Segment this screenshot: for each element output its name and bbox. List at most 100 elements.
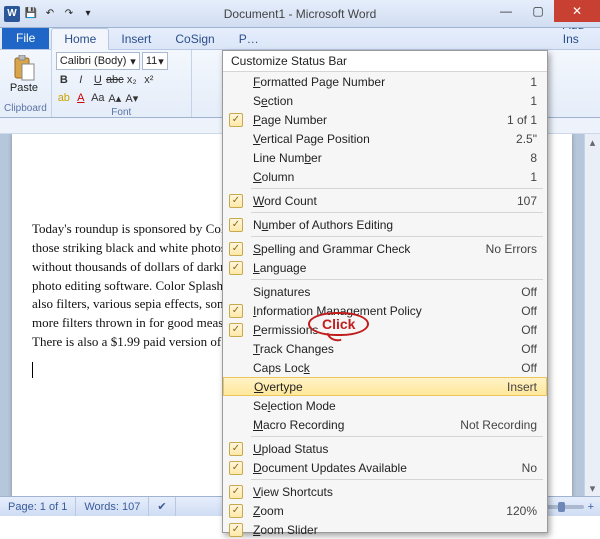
menu-item-vertical-page-position[interactable]: Vertical Page Position2.5" <box>223 129 547 148</box>
menu-item-label: Language <box>249 261 531 275</box>
bold-button[interactable]: B <box>56 72 72 88</box>
menu-item-label: Vertical Page Position <box>249 132 510 146</box>
underline-button[interactable]: U <box>90 72 106 88</box>
menu-item-language[interactable]: ✓Language <box>223 258 547 277</box>
check-icon: ✓ <box>229 504 243 518</box>
menu-item-label: Caps Lock <box>249 361 515 375</box>
menu-item-document-updates-available[interactable]: ✓Document Updates AvailableNo <box>223 458 547 477</box>
menu-check-col: ✓ <box>223 242 249 256</box>
menu-item-value: 107 <box>511 194 537 208</box>
menu-item-formatted-page-number[interactable]: Formatted Page Number1 <box>223 72 547 91</box>
menu-item-signatures[interactable]: SignaturesOff <box>223 282 547 301</box>
strike-button[interactable]: abc <box>107 72 123 88</box>
menu-item-label: Word Count <box>249 194 511 208</box>
shrink-font-button[interactable]: A▾ <box>124 90 140 106</box>
menu-item-permissions[interactable]: ✓PermissionsOff <box>223 320 547 339</box>
change-case-button[interactable]: Aa <box>90 90 106 106</box>
menu-item-value: Off <box>515 285 537 299</box>
menu-item-number-of-authors-editing[interactable]: ✓Number of Authors Editing <box>223 215 547 234</box>
save-icon[interactable]: 💾 <box>23 6 39 22</box>
tab-hidden[interactable]: P… <box>227 29 271 49</box>
maximize-button[interactable]: ▢ <box>522 0 554 22</box>
menu-item-label: Formatted Page Number <box>249 75 524 89</box>
qat-dropdown-icon[interactable]: ▾ <box>80 6 96 22</box>
group-font: Calibri (Body)▾ 11▾ B I U abc x₂ x² ab A… <box>52 50 192 117</box>
menu-item-label: Column <box>249 170 524 184</box>
group-clipboard: Paste Clipboard <box>0 50 52 117</box>
check-icon: ✓ <box>229 523 243 537</box>
menu-item-selection-mode[interactable]: Selection Mode <box>223 396 547 415</box>
menu-item-label: Signatures <box>249 285 515 299</box>
menu-check-col: ✓ <box>223 304 249 318</box>
italic-button[interactable]: I <box>73 72 89 88</box>
undo-icon[interactable]: ↶ <box>42 6 58 22</box>
menu-item-caps-lock[interactable]: Caps LockOff <box>223 358 547 377</box>
menu-item-zoom-slider[interactable]: ✓ Zoom Slider <box>223 520 547 539</box>
menu-item-information-management-policy[interactable]: ✓Information Management PolicyOff <box>223 301 547 320</box>
font-size-combo[interactable]: 11▾ <box>142 52 168 70</box>
menu-item-value: 2.5" <box>510 132 537 146</box>
font-color-button[interactable]: A <box>73 90 89 106</box>
menu-item-value: Off <box>515 323 537 337</box>
scroll-up-icon[interactable]: ▴ <box>585 134 600 150</box>
menu-check-col: ✓ <box>223 485 249 499</box>
minimize-button[interactable]: — <box>490 0 522 22</box>
check-icon: ✓ <box>229 113 243 127</box>
menu-check-col: ✓ <box>223 461 249 475</box>
menu-item-value: Not Recording <box>454 418 537 432</box>
grow-font-button[interactable]: A▴ <box>107 90 123 106</box>
menu-item-label: Section <box>249 94 524 108</box>
menu-item-value: 1 <box>524 75 537 89</box>
subscript-button[interactable]: x₂ <box>124 72 140 88</box>
menu-check-col: ✓ <box>223 194 249 208</box>
menu-item-upload-status[interactable]: ✓Upload Status <box>223 439 547 458</box>
check-icon: ✓ <box>229 442 243 456</box>
zoom-slider-thumb[interactable] <box>558 502 565 512</box>
menu-item-track-changes[interactable]: Track ChangesOff <box>223 339 547 358</box>
menu-item-spelling-and-grammar-check[interactable]: ✓ Spelling and Grammar CheckNo Errors <box>223 239 547 258</box>
status-words[interactable]: Words: 107 <box>76 497 149 516</box>
font-name-combo[interactable]: Calibri (Body)▾ <box>56 52 140 70</box>
highlight-button[interactable]: ab <box>56 90 72 106</box>
menu-item-section[interactable]: Section1 <box>223 91 547 110</box>
menu-item-column[interactable]: Column1 <box>223 167 547 186</box>
check-icon: ✓ <box>229 242 243 256</box>
menu-item-value: 8 <box>524 151 537 165</box>
paste-button[interactable]: Paste <box>4 52 44 94</box>
menu-item-label: Zoom Slider <box>249 523 531 537</box>
status-proofing-icon[interactable]: ✔ <box>149 497 175 516</box>
close-button[interactable]: ✕ <box>554 0 600 22</box>
menu-item-word-count[interactable]: ✓ Word Count107 <box>223 191 547 210</box>
tab-cosign[interactable]: CoSign <box>163 29 226 49</box>
menu-item-page-number[interactable]: ✓Page Number1 of 1 <box>223 110 547 129</box>
menu-item-label: Overtype <box>250 380 501 394</box>
customize-status-bar-menu: Customize Status Bar Formatted Page Numb… <box>222 50 548 533</box>
tab-home[interactable]: Home <box>51 28 109 50</box>
scroll-down-icon[interactable]: ▾ <box>585 480 600 496</box>
vertical-scrollbar[interactable]: ▴ ▾ <box>584 134 600 496</box>
menu-item-label: Track Changes <box>249 342 515 356</box>
status-page[interactable]: Page: 1 of 1 <box>0 497 76 516</box>
menu-item-zoom[interactable]: ✓Zoom120% <box>223 501 547 520</box>
check-icon: ✓ <box>229 304 243 318</box>
menu-item-label: Spelling and Grammar Check <box>249 242 480 256</box>
tab-file[interactable]: File <box>2 27 49 49</box>
menu-item-label: Permissions <box>249 323 515 337</box>
tab-insert[interactable]: Insert <box>109 29 163 49</box>
menu-check-col: ✓ <box>223 113 249 127</box>
menu-item-macro-recording[interactable]: Macro RecordingNot Recording <box>223 415 547 434</box>
superscript-button[interactable]: x² <box>141 72 157 88</box>
menu-item-label: Document Updates Available <box>249 461 516 475</box>
menu-item-overtype[interactable]: OvertypeInsert <box>223 377 547 396</box>
menu-item-label: Information Management Policy <box>249 304 515 318</box>
menu-item-line-number[interactable]: Line Number8 <box>223 148 547 167</box>
redo-icon[interactable]: ↷ <box>61 6 77 22</box>
menu-check-col: ✓ <box>223 261 249 275</box>
zoom-in-button[interactable]: + <box>588 501 594 513</box>
menu-item-value: No <box>516 461 537 475</box>
title-bar: W 💾 ↶ ↷ ▾ Document1 - Microsoft Word — ▢… <box>0 0 600 28</box>
check-icon: ✓ <box>229 194 243 208</box>
menu-item-view-shortcuts[interactable]: ✓View Shortcuts <box>223 482 547 501</box>
menu-item-value: No Errors <box>480 242 537 256</box>
word-app-icon[interactable]: W <box>4 6 20 22</box>
